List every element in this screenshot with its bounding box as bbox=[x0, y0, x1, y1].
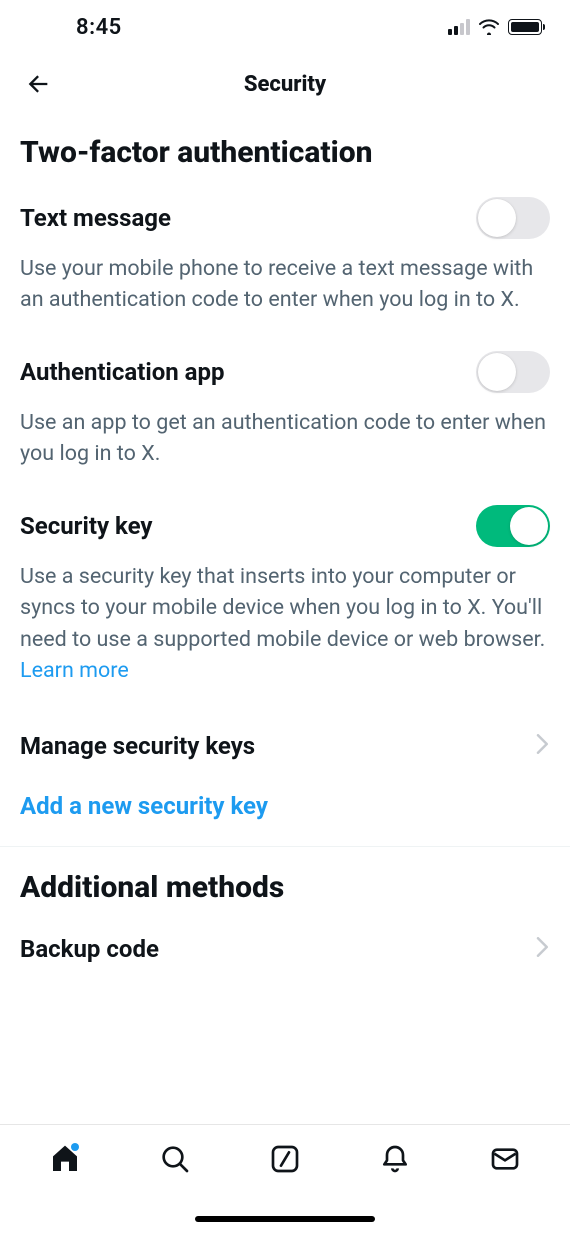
section-divider bbox=[0, 846, 570, 847]
cellular-signal-icon bbox=[448, 19, 470, 35]
backup-code-label: Backup code bbox=[20, 935, 159, 963]
notification-dot bbox=[71, 1143, 79, 1151]
option-auth-app: Authentication app Use an app to get an … bbox=[20, 351, 550, 469]
manage-security-keys-row[interactable]: Manage security keys bbox=[20, 716, 550, 776]
chevron-right-icon bbox=[536, 937, 550, 961]
add-security-key-label: Add a new security key bbox=[20, 792, 268, 820]
option-security-key: Security key Use a security key that ins… bbox=[20, 505, 550, 686]
content-scroll[interactable]: Two-factor authentication Text message U… bbox=[0, 114, 570, 967]
status-indicators bbox=[448, 19, 542, 35]
wifi-icon bbox=[478, 19, 500, 35]
section-heading-additional: Additional methods bbox=[20, 871, 550, 906]
back-button[interactable] bbox=[20, 66, 56, 102]
tab-compose[interactable] bbox=[265, 1139, 305, 1179]
option-title-auth-app: Authentication app bbox=[20, 358, 225, 386]
battery-icon bbox=[508, 19, 542, 35]
toggle-security-key[interactable] bbox=[476, 505, 550, 547]
tab-bar bbox=[0, 1124, 570, 1234]
nav-header: Security bbox=[0, 54, 570, 114]
option-desc-text-message: Use your mobile phone to receive a text … bbox=[20, 253, 550, 315]
option-desc-security-key: Use a security key that inserts into you… bbox=[20, 561, 550, 686]
chevron-right-icon bbox=[536, 734, 550, 758]
option-desc-auth-app: Use an app to get an authentication code… bbox=[20, 407, 550, 469]
arrow-left-icon bbox=[24, 70, 52, 98]
bell-icon bbox=[379, 1143, 411, 1175]
backup-code-row[interactable]: Backup code bbox=[20, 919, 550, 967]
manage-security-keys-label: Manage security keys bbox=[20, 732, 255, 760]
status-bar: 8:45 bbox=[0, 0, 570, 54]
option-title-text-message: Text message bbox=[20, 204, 171, 232]
search-icon bbox=[159, 1143, 191, 1175]
section-heading-2fa: Two-factor authentication bbox=[20, 136, 550, 171]
tab-notifications[interactable] bbox=[375, 1139, 415, 1179]
learn-more-link[interactable]: Learn more bbox=[20, 658, 129, 683]
envelope-icon bbox=[489, 1143, 521, 1175]
tab-home[interactable] bbox=[45, 1139, 85, 1179]
compose-icon bbox=[269, 1143, 301, 1175]
add-security-key-row[interactable]: Add a new security key bbox=[20, 776, 550, 836]
status-time: 8:45 bbox=[28, 15, 122, 40]
option-text-message: Text message Use your mobile phone to re… bbox=[20, 197, 550, 315]
option-title-security-key: Security key bbox=[20, 512, 152, 540]
toggle-auth-app[interactable] bbox=[476, 351, 550, 393]
home-indicator bbox=[195, 1216, 375, 1222]
tab-messages[interactable] bbox=[485, 1139, 525, 1179]
toggle-text-message[interactable] bbox=[476, 197, 550, 239]
tab-search[interactable] bbox=[155, 1139, 195, 1179]
page-title: Security bbox=[20, 72, 550, 97]
